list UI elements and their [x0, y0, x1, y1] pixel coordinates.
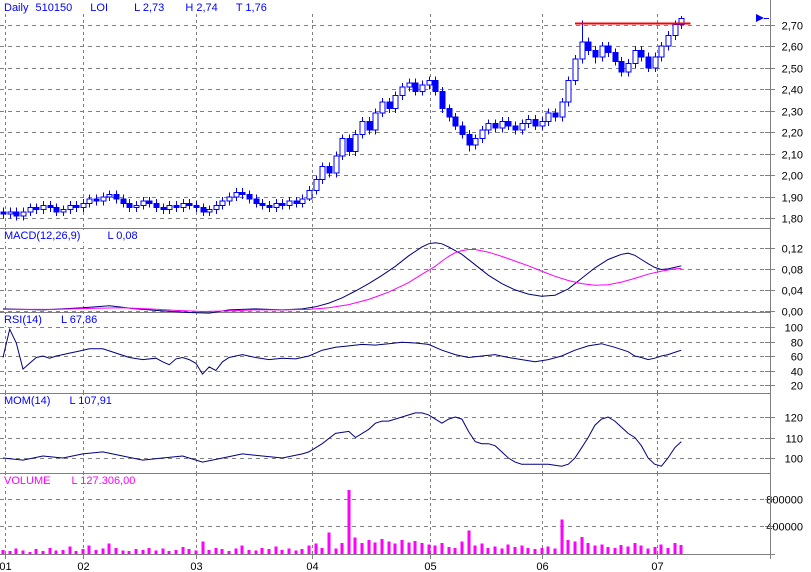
y-axis-label: 400000 — [766, 522, 803, 534]
y-axis-label: 2,00 — [782, 171, 803, 183]
y-axis-label: 100 — [785, 323, 803, 335]
last-value-label: L 2,73 — [134, 2, 164, 14]
x-axis-label: 02 — [77, 561, 89, 572]
rsi-grid: 20 40 60 80 100 — [0, 312, 803, 393]
y-axis-label: 2,70 — [782, 21, 803, 33]
x-axis-label: 01 — [0, 561, 12, 572]
y-axis-label: 0,00 — [782, 307, 803, 319]
y-axis-label: 120 — [785, 413, 803, 425]
mom-grid: 100 110 120 — [0, 393, 803, 473]
y-axis-label: 0,08 — [782, 265, 803, 277]
rsi-panel-header: RSI(14) L 67,86 — [3, 314, 98, 326]
macd-label: MACD(12,26,9) — [4, 230, 80, 242]
y-axis-label: 60 — [791, 352, 803, 364]
y-axis-label: 1,90 — [782, 193, 803, 205]
candles-layer — [1, 16, 684, 220]
volume-value: L 127.306,00 — [72, 475, 136, 487]
y-axis-label: 80 — [791, 338, 803, 350]
period-label: Daily — [4, 2, 28, 14]
volume-panel-header: VOLUME L 127.306,00 — [3, 475, 136, 487]
t-value-label: T 1,76 — [236, 2, 267, 14]
rsi-label: RSI(14) — [4, 314, 42, 326]
y-axis-label: 800000 — [766, 495, 803, 507]
macd-panel-header: MACD(12,26,9) L 0,08 — [3, 230, 139, 242]
x-axis-label: 03 — [190, 561, 202, 572]
y-axis-label: 1,80 — [782, 214, 803, 226]
x-axis-label: 06 — [536, 561, 548, 572]
mom-value: L 107,91 — [70, 395, 112, 407]
x-axis-label: 04 — [306, 561, 318, 572]
y-axis-label: 110 — [785, 434, 803, 446]
macd-line — [3, 243, 681, 313]
volume-bars-layer — [2, 490, 683, 554]
y-axis-label: 2,10 — [782, 150, 803, 162]
y-axis-label: 2,30 — [782, 107, 803, 119]
y-axis-label: 2,20 — [782, 128, 803, 140]
y-axis-label: 2,50 — [782, 64, 803, 76]
x-axis-label: 07 — [651, 561, 663, 572]
y-axis-label: 100 — [785, 454, 803, 466]
y-axis-label: 40 — [791, 367, 803, 379]
macd-value: L 0,08 — [107, 230, 137, 242]
y-axis-label: 20 — [791, 381, 803, 393]
chart-window: 1,80 1,90 2,00 2,10 2,20 2,30 2,40 2,50 2,60 2,70… — [0, 0, 811, 572]
y-axis-label: 0,12 — [782, 244, 803, 256]
x-axis-label: 05 — [424, 561, 436, 572]
high-value-label: H 2,74 — [185, 2, 217, 14]
rsi-value: L 67,86 — [61, 314, 97, 326]
price-grid: 1,80 1,90 2,00 2,10 2,20 2,30 2,40 2,50 2,60 2,70 — [0, 14, 803, 228]
symbol-label: 510150 — [36, 2, 73, 14]
mom-panel-header: MOM(14) L 107,91 — [3, 395, 113, 407]
last-price-marker-icon — [756, 14, 769, 22]
rsi-line — [3, 329, 681, 374]
mom-label: MOM(14) — [4, 395, 50, 407]
y-axis-label: 2,60 — [782, 42, 803, 54]
y-axis-label: 2,40 — [782, 85, 803, 97]
volume-label: VOLUME — [4, 475, 50, 487]
y-axis-label: 0,04 — [782, 286, 803, 298]
ticker-name-label: LOI — [90, 2, 108, 14]
price-panel-header: Daily 510150 LOI L 2,73 H 2,74 T 1,76 — [3, 2, 268, 14]
